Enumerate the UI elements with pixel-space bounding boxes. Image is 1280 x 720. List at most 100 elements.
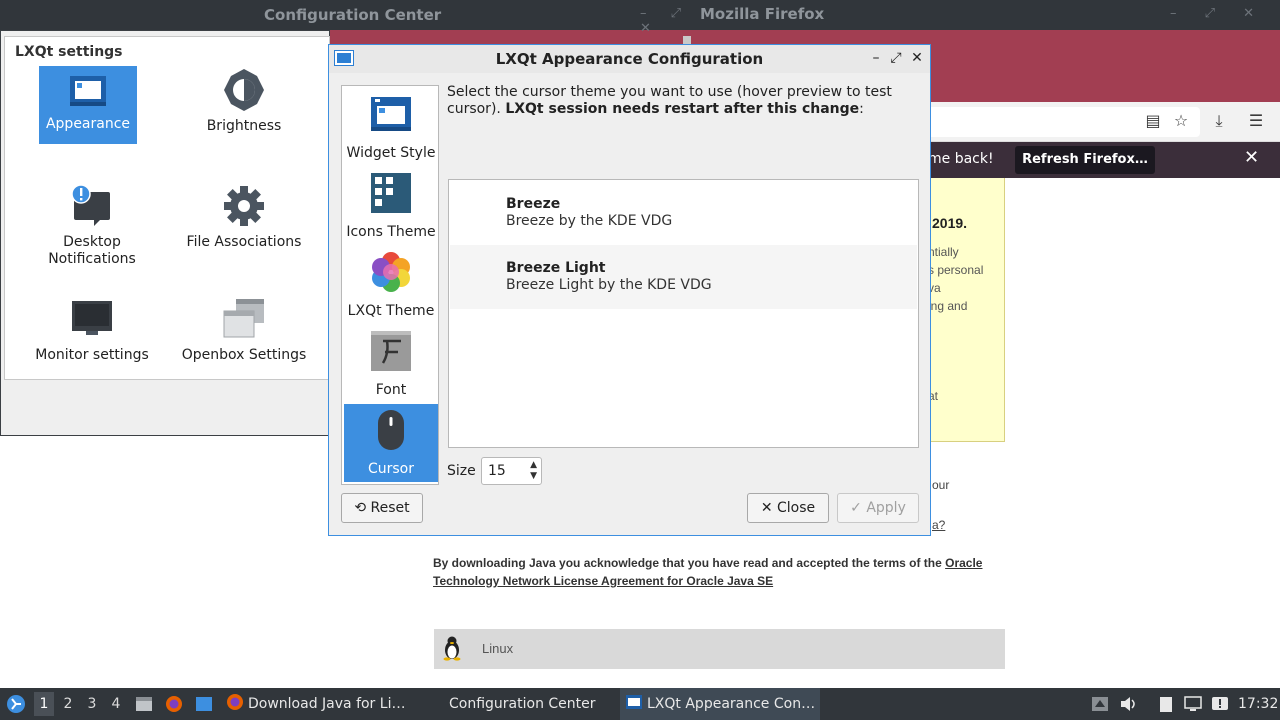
maximize-icon[interactable]: ⤢ — [887, 49, 905, 67]
reset-button[interactable]: ⟲ Reset — [341, 493, 423, 523]
reset-label: Reset — [370, 500, 410, 516]
info-box-line: ntially — [928, 245, 959, 259]
info-box-line: s personal — [928, 263, 984, 277]
sidebar-label: Icons Theme — [346, 224, 436, 240]
lxqt-settings-heading: LXQt settings — [15, 44, 123, 60]
reader-view-icon[interactable]: ▤ — [1142, 110, 1164, 132]
tray-up-icon[interactable] — [1091, 696, 1109, 712]
desktop-switch-1[interactable]: 1 — [34, 692, 54, 716]
sidebar-label: Font — [375, 382, 407, 398]
sidebar-item-font[interactable]: Font — [344, 325, 438, 403]
desktop-notifications-label: Desktop Notifications — [48, 234, 136, 267]
theme-name: Breeze — [506, 196, 561, 212]
firefox-launcher-icon[interactable] — [165, 695, 183, 713]
chevron-down-icon[interactable]: ▼ — [530, 471, 537, 481]
download-icon[interactable]: ⤓ — [1208, 110, 1230, 132]
cursor-theme-list[interactable]: Breeze Breeze by the KDE VDG Breeze Ligh… — [448, 179, 919, 448]
show-desktop-icon[interactable] — [195, 695, 213, 713]
brightness-label: Brightness — [206, 118, 282, 134]
file-associations-item[interactable]: File Associations — [169, 180, 319, 251]
refresh-firefox-button[interactable]: Refresh Firefox… — [1015, 146, 1155, 174]
file-manager-icon[interactable] — [135, 695, 153, 713]
terms-text: By downloading Java you acknowledge that… — [433, 556, 946, 570]
desktop-switch-2[interactable]: 2 — [58, 692, 78, 716]
config-center-window-controls[interactable]: – ⤢ ✕ — [640, 6, 700, 36]
gear-icon — [222, 184, 266, 228]
volume-icon[interactable] — [1119, 696, 1137, 712]
desktop-switch-3[interactable]: 3 — [82, 692, 102, 716]
apply-label: Apply — [866, 500, 906, 516]
task-firefox[interactable]: Download Java for Li… — [222, 688, 422, 720]
widget-style-icon — [371, 97, 411, 131]
theme-description: Breeze Light by the KDE VDG — [506, 277, 712, 293]
display-icon[interactable] — [1184, 696, 1202, 712]
openbox-settings-item[interactable]: Openbox Settings — [169, 295, 319, 364]
page-link-fragment[interactable]: a? — [932, 518, 945, 532]
mouse-icon — [378, 410, 404, 450]
start-menu-icon[interactable] — [5, 694, 27, 714]
close-button[interactable]: ✕ Close — [747, 493, 829, 523]
theme-description: Breeze by the KDE VDG — [506, 213, 673, 229]
monitor-icon — [70, 297, 114, 341]
description-end: : — [859, 101, 864, 117]
clipboard-icon[interactable] — [1157, 696, 1175, 712]
config-center-window: LXQt settings Appearance Brightness Desk… — [0, 30, 330, 436]
hamburger-menu-icon[interactable]: ☰ — [1245, 110, 1267, 132]
page-text-fragment: our — [932, 478, 950, 492]
appearance-item[interactable]: Appearance — [39, 66, 137, 144]
close-icon[interactable]: ✕ — [908, 49, 926, 67]
check-icon: ✓ — [850, 500, 862, 516]
icons-theme-icon — [371, 173, 411, 213]
monitor-settings-item[interactable]: Monitor settings — [17, 295, 167, 364]
size-spinbox[interactable]: 15 ▲ ▼ — [481, 457, 542, 485]
clock[interactable]: 17:32 — [1238, 688, 1278, 720]
file-associations-label: File Associations — [186, 234, 302, 250]
appearance-dialog-titlebar[interactable]: LXQt Appearance Configuration – ⤢ ✕ — [329, 45, 930, 73]
terms-paragraph: By downloading Java you acknowledge that… — [433, 554, 1008, 590]
desktop-notifications-item[interactable]: Desktop Notifications — [17, 180, 167, 268]
bookmark-star-icon[interactable]: ☆ — [1170, 110, 1192, 132]
firefox-icon — [227, 694, 243, 710]
info-box-line: ing and — [928, 299, 968, 313]
font-icon — [371, 331, 411, 371]
firefox-window-controls[interactable]: – ⤢ ✕ — [1170, 6, 1266, 21]
sidebar-item-widget-style[interactable]: Widget Style — [344, 88, 438, 166]
restart-warning: LXQt session needs restart after this ch… — [505, 101, 860, 117]
notification-close-icon[interactable]: ✕ — [1244, 147, 1259, 168]
lxqt-theme-icon — [372, 252, 410, 292]
apply-button[interactable]: ✓ Apply — [837, 493, 919, 523]
linux-download-row[interactable]: Linux — [434, 629, 1005, 669]
size-label: Size — [447, 463, 476, 479]
appearance-label: Appearance — [45, 116, 131, 132]
sidebar-item-icons-theme[interactable]: Icons Theme — [344, 167, 438, 245]
config-center-titlebar[interactable]: Configuration Center – ⤢ ✕ — [0, 0, 700, 36]
minimize-icon[interactable]: – — [867, 49, 885, 67]
sidebar-item-lxqt-theme[interactable]: LXQt Theme — [344, 246, 438, 324]
appearance-dialog: LXQt Appearance Configuration – ⤢ ✕ Widg… — [328, 44, 931, 536]
task-configuration-center[interactable]: Configuration Center — [426, 688, 616, 720]
monitor-settings-label: Monitor settings — [35, 347, 149, 363]
info-box-heading: 2019. — [932, 215, 968, 231]
sidebar-label: Cursor — [367, 461, 415, 477]
brightness-item[interactable]: Brightness — [169, 66, 319, 144]
theme-name: Breeze Light — [506, 260, 606, 276]
list-item[interactable]: Breeze Breeze by the KDE VDG — [450, 181, 917, 245]
chevron-up-icon[interactable]: ▲ — [530, 460, 537, 470]
openbox-settings-label: Openbox Settings — [181, 347, 307, 363]
linux-label: Linux — [482, 641, 514, 656]
sidebar-item-cursor[interactable]: Cursor — [344, 404, 438, 482]
taskbar: 1 2 3 4 Download Java for Li… Configurat… — [0, 688, 1280, 720]
settings-panel: LXQt settings Appearance Brightness Desk… — [4, 36, 330, 380]
appearance-sidebar: Widget Style Icons Theme LXQt Theme Font… — [341, 85, 439, 485]
appearance-icon — [68, 72, 108, 110]
cursor-description: Select the cursor theme you want to use … — [447, 84, 917, 118]
notifications-icon — [70, 184, 114, 228]
close-x-icon: ✕ — [760, 500, 773, 516]
task-label: Configuration Center — [449, 696, 596, 712]
task-appearance-config[interactable]: LXQt Appearance Con… — [620, 688, 820, 720]
list-item[interactable]: Breeze Light Breeze Light by the KDE VDG — [450, 245, 917, 309]
config-center-footer — [1, 383, 329, 435]
undo-icon: ⟲ — [354, 500, 367, 516]
desktop-switch-4[interactable]: 4 — [106, 692, 126, 716]
notification-tray-icon[interactable] — [1211, 696, 1229, 712]
